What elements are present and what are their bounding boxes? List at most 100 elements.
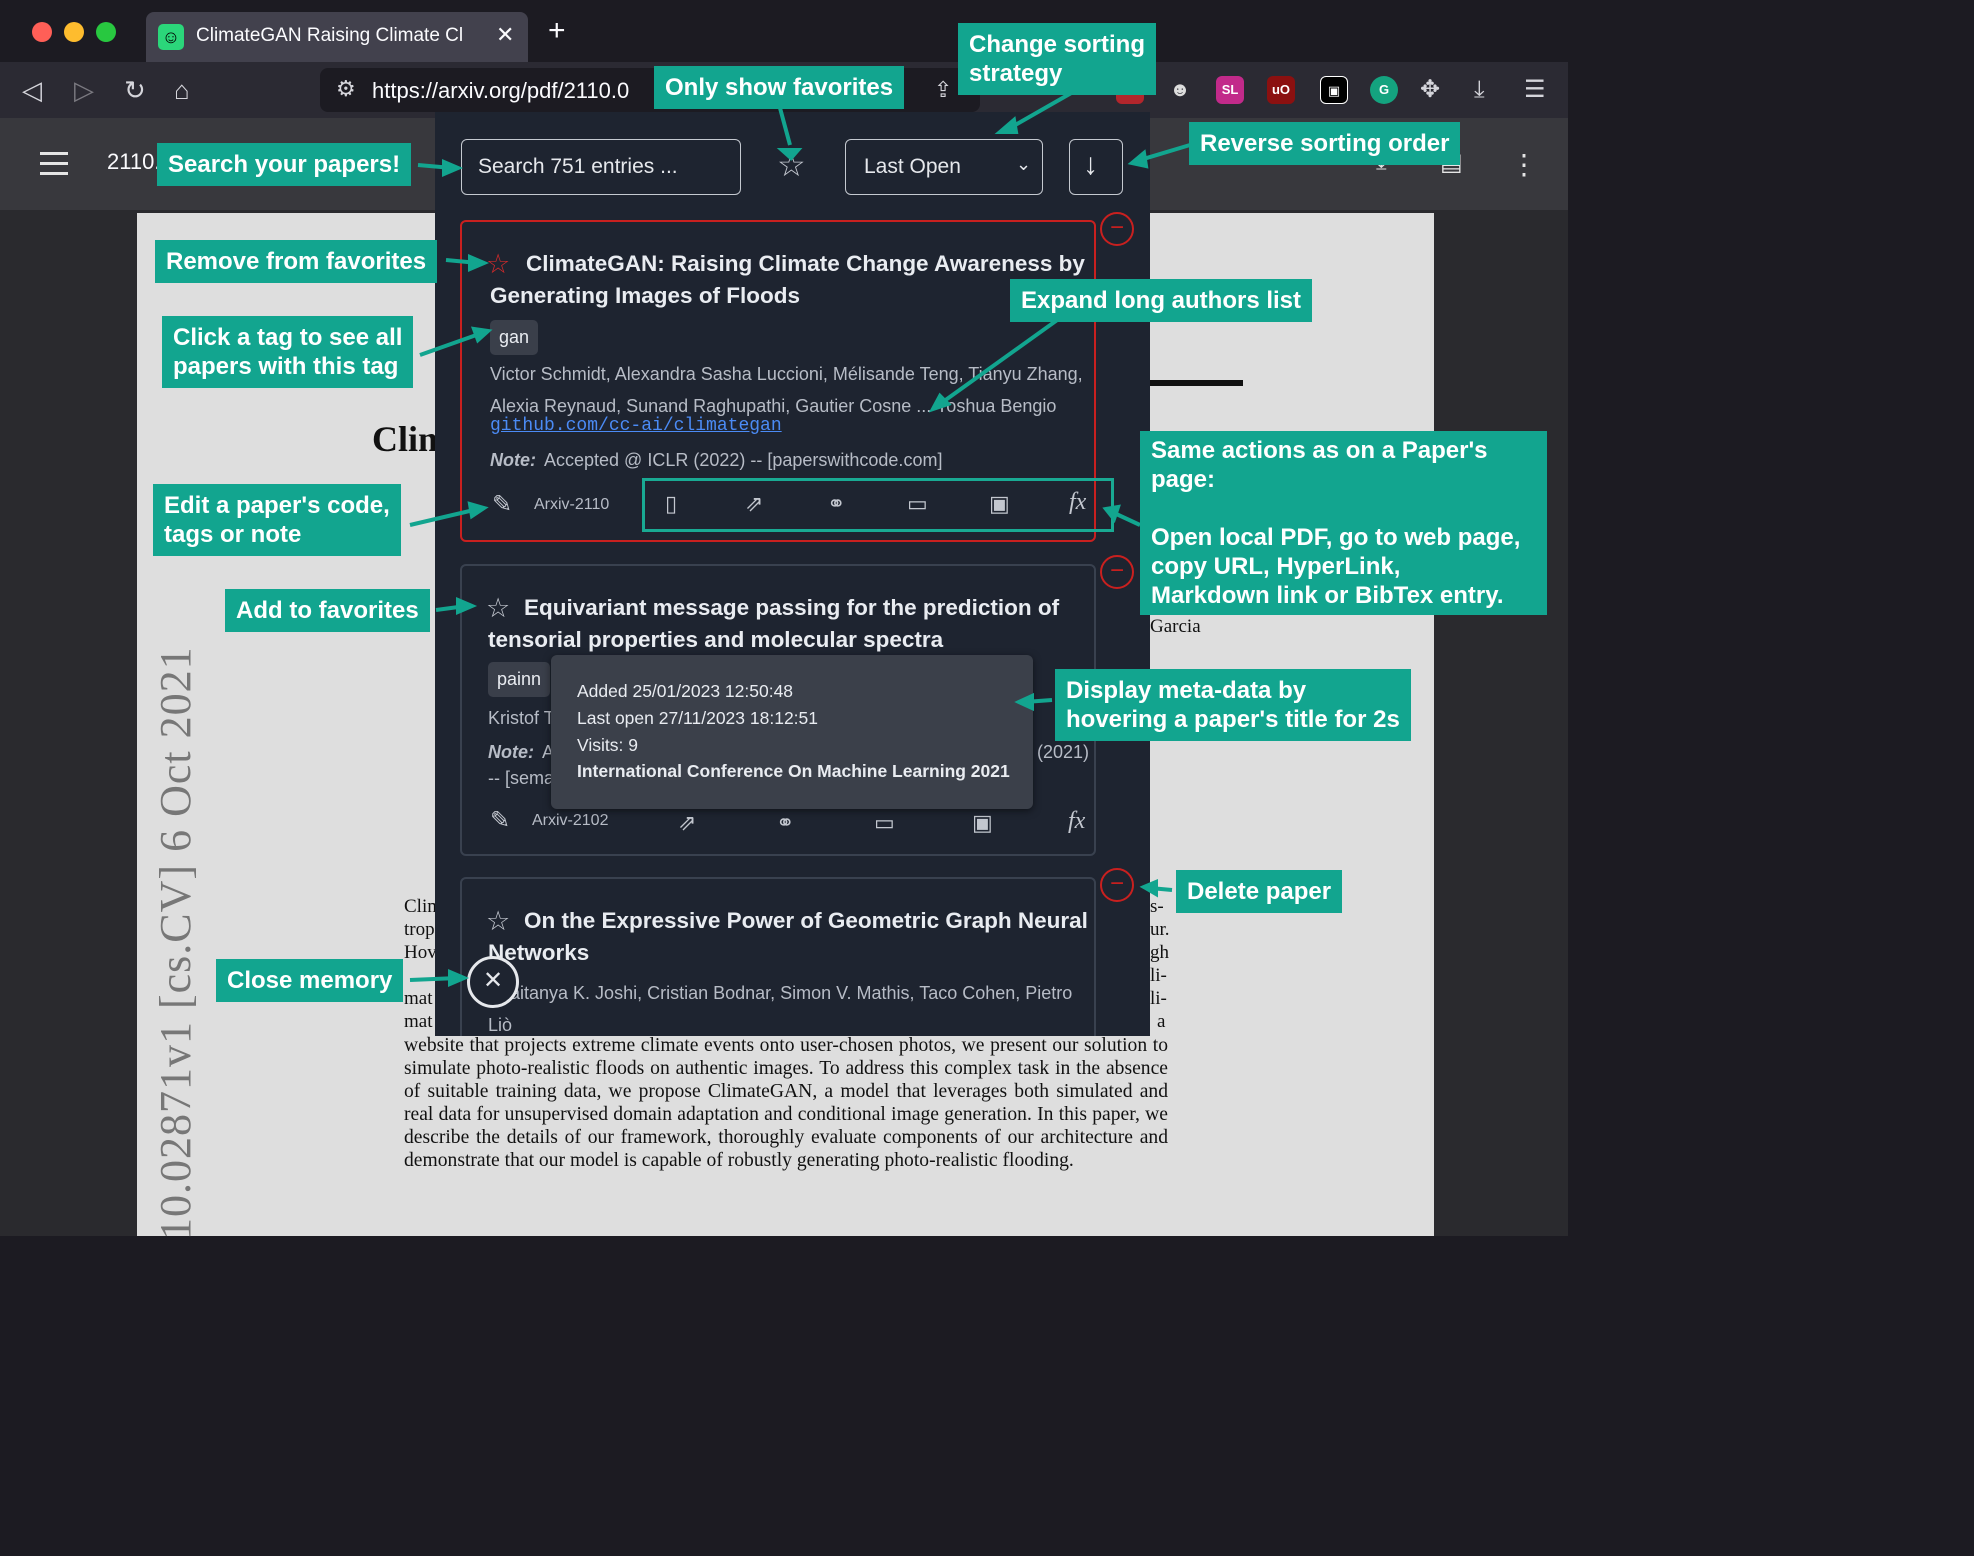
tab-favicon-icon: ☺ (158, 24, 184, 50)
callout-change-sorting: Change sorting strategy (958, 23, 1157, 95)
paper-card: ☆ On the Expressive Power of Geometric G… (460, 877, 1096, 1036)
callout-same-actions: Same actions as on a Paper's page: Open … (1140, 431, 1547, 615)
minimize-window-button[interactable] (64, 22, 84, 42)
pdf-text-fragment: a (1157, 1011, 1166, 1032)
paper-title[interactable]: Equivariant message passing for the pred… (488, 592, 1088, 656)
new-tab-button[interactable]: + (548, 16, 566, 46)
paper-code[interactable]: Arxiv-2102 (532, 812, 608, 830)
tab-close-icon[interactable]: ✕ (496, 22, 514, 48)
callout-remove-favorite: Remove from favorites (155, 240, 438, 283)
lock-extension-icon[interactable]: ▣ (1320, 76, 1348, 104)
chevron-down-icon: ⌄ (1016, 154, 1032, 174)
back-icon[interactable]: ◁ (22, 76, 42, 104)
paper-tag[interactable]: painn (488, 662, 551, 697)
note-label: Note: (488, 742, 534, 762)
browser-tab[interactable]: ☺ ClimateGAN Raising Climate Cl ✕ (146, 12, 528, 62)
reload-icon[interactable]: ↻ (124, 76, 146, 104)
ublock-icon[interactable]: uO (1267, 76, 1295, 104)
callout-only-favorites: Only show favorites (654, 66, 905, 109)
callout-metadata: Display meta-data by hovering a paper's … (1055, 669, 1411, 741)
delete-paper-button[interactable]: − (1100, 212, 1134, 246)
copy-url-icon[interactable]: ⚭ (776, 810, 794, 836)
pdf-text-fragment: Hov (404, 942, 437, 963)
tooltip-venue: International Conference On Machine Lear… (577, 761, 1010, 781)
pdf-title-rule (1150, 380, 1243, 386)
paper-authors[interactable]: Kristof T (488, 702, 555, 734)
edit-code-icon[interactable]: ✎ (490, 806, 510, 835)
edit-code-icon[interactable]: ✎ (492, 490, 512, 519)
paper-note-line2: -- [sema (488, 768, 555, 788)
pdf-abstract-text: website that projects extreme climate ev… (404, 1035, 1168, 1171)
pdf-text-fragment: li- (1150, 988, 1167, 1009)
bibtex-icon[interactable]: fx (1068, 808, 1085, 835)
paper-authors[interactable]: Victor Schmidt, Alexandra Sasha Luccioni… (490, 358, 1105, 422)
pdf-text-fragment: trop (404, 919, 435, 940)
delete-paper-button[interactable]: − (1100, 555, 1134, 589)
forward-icon[interactable]: ▷ (74, 76, 94, 104)
metadata-tooltip: Added 25/01/2023 12:50:48 Last open 27/1… (551, 655, 1033, 809)
paper-link[interactable]: github.com/cc-ai/climategan (490, 416, 782, 436)
extension-raccoon-icon[interactable]: ☻ (1166, 76, 1194, 104)
pdf-text-fragment: li- (1150, 965, 1167, 986)
tooltip-visits: Visits: 9 (577, 735, 638, 755)
grammarly-icon[interactable]: G (1370, 76, 1398, 104)
tab-title: ClimateGAN Raising Climate Cl (196, 25, 464, 46)
bibtex-icon[interactable]: fx (1069, 489, 1086, 516)
close-memory-button[interactable]: ✕ (467, 956, 519, 1008)
pdf-text-fragment: mat (404, 1011, 433, 1032)
memory-popup: Search 751 entries ... ☆ Last Open ⌄ ↓ ☆… (435, 112, 1150, 1036)
paper-tag[interactable]: gan (490, 320, 539, 355)
search-input[interactable]: Search 751 entries ... (461, 139, 741, 195)
share-icon[interactable]: ⇪ (934, 77, 952, 103)
url-text: https://arxiv.org/pdf/2110.0 (372, 78, 630, 103)
pdf-text-fragment: ur. (1150, 919, 1170, 940)
callout-close-memory: Close memory (216, 959, 404, 1002)
paper-card: ☆ ClimateGAN: Raising Climate Change Awa… (460, 220, 1114, 542)
hyperlink-icon[interactable]: ▭ (874, 810, 895, 836)
tooltip-last-open: Last open 27/11/2023 18:12:51 (577, 708, 819, 728)
sidebar-toggle-icon[interactable] (40, 152, 68, 182)
pdf-document-title: 2110. (107, 149, 161, 174)
paper-authors[interactable]: aitanya K. Joshi, Cristian Bodnar, Simon… (488, 977, 1088, 1036)
reverse-sort-button[interactable]: ↓ (1069, 139, 1123, 195)
paper-note: Note: Accepted @ ICLR (2022) -- [paperswi… (490, 450, 942, 471)
paper-actions: ▯ ⇗ ⚭ ▭ ▣ fx (642, 478, 1114, 532)
app-menu-icon[interactable]: ☰ (1524, 76, 1546, 104)
markdown-link-icon[interactable]: ▣ (972, 810, 993, 836)
delete-paper-button[interactable]: − (1100, 868, 1134, 902)
extensions-puzzle-icon[interactable]: ✥ (1420, 76, 1440, 104)
open-web-page-icon[interactable]: ⇗ (745, 491, 763, 517)
markdown-link-icon[interactable]: ▣ (989, 491, 1010, 517)
pdf-text-fragment: s- (1150, 896, 1164, 917)
sort-value: Last Open (864, 155, 961, 178)
more-options-icon[interactable]: ⋮ (1510, 148, 1538, 181)
hyperlink-icon[interactable]: ▭ (907, 491, 928, 517)
site-settings-icon[interactable]: ⚙ (336, 76, 356, 102)
extension-sl-icon[interactable]: SL (1216, 76, 1244, 104)
favorites-filter-star-icon[interactable]: ☆ (777, 148, 806, 182)
paper-title[interactable]: On the Expressive Power of Geometric Gra… (488, 905, 1088, 969)
browser-tab-bar: ☺ ClimateGAN Raising Climate Cl ✕ + (0, 0, 1568, 62)
pdf-text-fragment: mat (404, 988, 433, 1009)
home-icon[interactable]: ⌂ (174, 76, 190, 104)
open-local-pdf-icon[interactable]: ▯ (665, 491, 677, 517)
callout-reverse: Reverse sorting order (1189, 122, 1461, 165)
note-label: Note: (490, 450, 536, 470)
close-window-button[interactable] (32, 22, 52, 42)
callout-add-favorite: Add to favorites (225, 589, 430, 632)
callout-click-tag: Click a tag to see all papers with this … (162, 316, 414, 388)
callout-expand-authors: Expand long authors list (1010, 279, 1313, 322)
sort-select[interactable]: Last Open ⌄ (845, 139, 1043, 195)
maximize-window-button[interactable] (96, 22, 116, 42)
pdf-author-fragment: Garcia (1150, 616, 1201, 637)
search-placeholder: Search 751 entries ... (478, 155, 678, 178)
paper-title[interactable]: ClimateGAN: Raising Climate Change Aware… (490, 248, 1090, 312)
callout-edit-code: Edit a paper's code, tags or note (153, 484, 401, 556)
callout-delete: Delete paper (1176, 870, 1343, 913)
copy-url-icon[interactable]: ⚭ (827, 491, 845, 517)
pdf-text-fragment: gh (1150, 942, 1169, 963)
note-text: Accepted @ ICLR (2022) -- [paperswithcod… (544, 450, 943, 470)
downloads-icon[interactable]: ⤓ (1474, 76, 1485, 104)
open-web-page-icon[interactable]: ⇗ (678, 810, 696, 836)
paper-code[interactable]: Arxiv-2110 (534, 496, 609, 514)
